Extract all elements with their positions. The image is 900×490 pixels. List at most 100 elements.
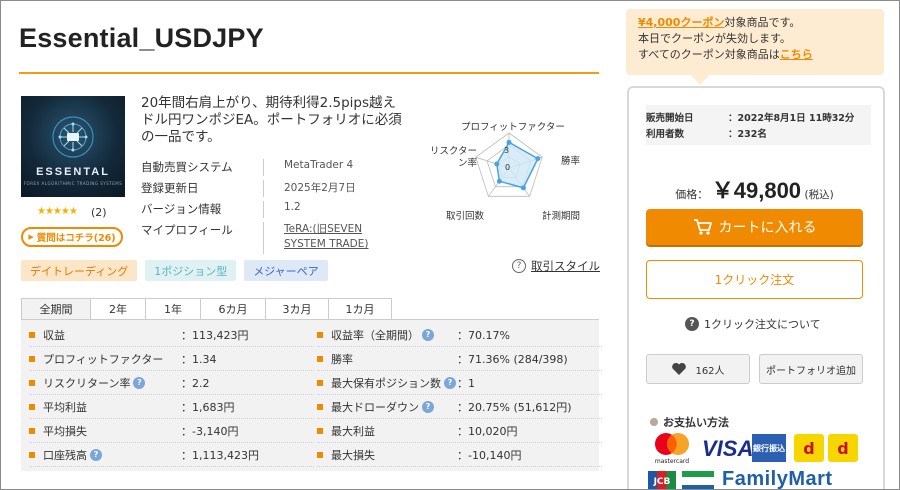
radar-label-trades: 取引回数	[446, 211, 485, 222]
stat-value: ：1.34	[181, 352, 217, 366]
info-value: 1.2	[284, 201, 301, 213]
coupon-notice: ¥4,000クーポン対象商品です。 本日でクーポンが失効します。 すべてのクーポ…	[626, 9, 884, 75]
stat-label-text: 最大利益	[331, 424, 375, 438]
heart-icon	[672, 362, 687, 375]
stat-label-text: 口座残高	[43, 448, 87, 462]
stat-row: 勝率 ：71.36% (284/398)	[317, 347, 602, 371]
bullet-square-icon	[29, 451, 35, 458]
cart-icon	[693, 219, 712, 235]
stat-row: 最大利益 ：10,020円	[317, 419, 602, 443]
stat-row: 最大保有ポジション数? ：1	[317, 371, 602, 395]
one-click-order-button[interactable]: 1クリック注文	[646, 260, 863, 299]
trade-style-link[interactable]: ? 取引スタイル	[512, 258, 600, 274]
stat-row: 収益率（全期間）? ：70.17%	[317, 323, 602, 347]
stat-label-text: 平均損失	[43, 424, 87, 438]
tab-all[interactable]: 全期間	[21, 298, 91, 319]
profile-link[interactable]: TeRA:(旧SEVEN SYSTEM TRADE)	[284, 222, 384, 252]
d-payment-logo: d	[794, 434, 824, 462]
help-icon[interactable]: ?	[133, 376, 146, 389]
info-value: MetaTrader 4	[284, 159, 354, 171]
tag-major-pair[interactable]: メジャーペア	[244, 260, 328, 281]
bullet-square-icon	[317, 451, 323, 458]
familymart-stripes-icon	[682, 471, 714, 489]
tab-1m[interactable]: 1カ月	[328, 298, 392, 319]
one-click-help-link[interactable]: ? 1クリック注文について	[685, 316, 821, 332]
stat-row: 最大損失 ：-10,140円	[317, 443, 602, 467]
stat-value: ：1	[457, 376, 475, 390]
info-value: 2025年2月7日	[284, 182, 356, 194]
coupon-pointer	[691, 75, 709, 85]
help-icon[interactable]: ?	[422, 400, 434, 413]
familymart-logo: FamilyMart	[722, 468, 833, 490]
product-image[interactable]: ESSENTAL FOREX ALGORITHMIC TRADING SYSTE…	[21, 96, 125, 197]
bullet-square-icon	[317, 403, 323, 410]
stats-panel: 収益 ：113,423円 プロフィットファクター ：1.34 リスクリターン率? ：2.2…	[21, 319, 602, 471]
info-label: マイプロフィール	[141, 223, 233, 237]
radar-scale-max: 3	[504, 146, 510, 155]
stat-label: 最大保有ポジション数?	[331, 375, 456, 391]
add-to-cart-button[interactable]: カートに入れる	[646, 209, 863, 245]
tab-6m[interactable]: 6カ月	[200, 298, 266, 319]
users-label: 利用者数	[646, 129, 685, 140]
price-block: 価格： ￥49,800 (税込)	[646, 173, 863, 205]
help-icon[interactable]: ?	[444, 376, 456, 389]
bullet-square-icon	[29, 427, 35, 434]
period-tabs: 全期間 2年 1年 6カ月 3カ月 1カ月	[21, 298, 392, 319]
tab-1y[interactable]: 1年	[145, 298, 201, 319]
sale-start-value: ：2022年8月1日 11時32分	[728, 113, 855, 124]
question-button-label: 質問はコチラ(26)	[36, 233, 116, 244]
bullet-square-icon	[317, 355, 323, 362]
payment-title-label: お支払い方法	[663, 416, 729, 429]
tab-2y[interactable]: 2年	[90, 298, 146, 319]
stat-label: 収益率（全期間）?	[331, 327, 434, 343]
tag-one-position[interactable]: 1ポジション型	[145, 260, 237, 281]
stat-value: ：71.36% (284/398)	[457, 352, 568, 366]
favorite-button[interactable]: 162人	[646, 354, 750, 384]
coupon-amount-link[interactable]: ¥4,000クーポン	[638, 16, 724, 29]
stat-row: 最大ドローダウン? ：20.75% (51,612円)	[317, 395, 602, 419]
add-portfolio-button[interactable]: ポートフォリオ追加	[759, 354, 863, 384]
radar-point	[535, 156, 541, 162]
stat-label: 最大利益	[331, 423, 375, 439]
payment-logos: mastercard VISA 銀行振込 d d JCB FamilyMart	[646, 431, 871, 490]
question-button[interactable]: ▶ 質問はコチラ(26)	[21, 227, 123, 247]
stat-label: 平均損失	[43, 423, 87, 439]
stat-value: ：-10,140円	[457, 448, 522, 462]
radar-label-risk-return: リスクターン率	[429, 146, 477, 169]
stat-label-text: 最大損失	[331, 448, 375, 462]
stat-value: ：10,020円	[457, 424, 518, 438]
info-label: 自動売買システム	[141, 160, 233, 174]
bullet-square-icon	[29, 403, 35, 410]
stat-value: ：70.17%	[457, 328, 510, 342]
stat-label-text: 最大ドローダウン	[331, 400, 419, 414]
tag-daytrading[interactable]: デイトレーディング	[21, 260, 138, 281]
info-row-platform: 自動売買システム MetaTrader 4	[141, 157, 411, 178]
favorite-count: 162人	[695, 365, 725, 377]
stat-value: ：1,113,423円	[181, 448, 259, 462]
rating-stars: ★★★★★	[37, 206, 78, 217]
help-icon[interactable]: ?	[90, 448, 102, 461]
info-separator	[263, 159, 264, 176]
tab-3m[interactable]: 3カ月	[265, 298, 329, 319]
rating-count[interactable]: (2)	[91, 206, 107, 219]
stat-value: ：2.2	[181, 376, 210, 390]
radar-point	[506, 139, 512, 145]
radar-point	[496, 178, 502, 184]
title-divider	[19, 72, 599, 74]
bullet-icon	[650, 418, 658, 426]
coupon-here-link[interactable]: こちら	[780, 48, 813, 61]
coupon-line1: 対象商品です。	[724, 16, 801, 29]
stat-label: 平均利益	[43, 399, 87, 415]
d-barai-logo: d	[828, 434, 858, 462]
help-icon[interactable]: ?	[422, 328, 434, 341]
product-info-table: 自動売買システム MetaTrader 4 登録更新日 2025年2月7日 バー…	[141, 157, 411, 256]
info-row-profile: マイプロフィール TeRA:(旧SEVEN SYSTEM TRADE)	[141, 220, 411, 256]
bullet-square-icon	[29, 379, 35, 386]
stat-label-text: 平均利益	[43, 400, 87, 414]
info-separator	[263, 180, 264, 197]
radar-chart: プロフィットファクター 勝率 計測期間 取引回数 リスクターン率 3 0	[421, 113, 591, 223]
stat-label-text: リスクリターン率	[43, 376, 131, 390]
jcb-logo: JCB	[648, 471, 676, 489]
coupon-line3: すべてのクーポン対象商品は	[638, 48, 780, 61]
mastercard-wordmark: mastercard	[655, 458, 689, 465]
